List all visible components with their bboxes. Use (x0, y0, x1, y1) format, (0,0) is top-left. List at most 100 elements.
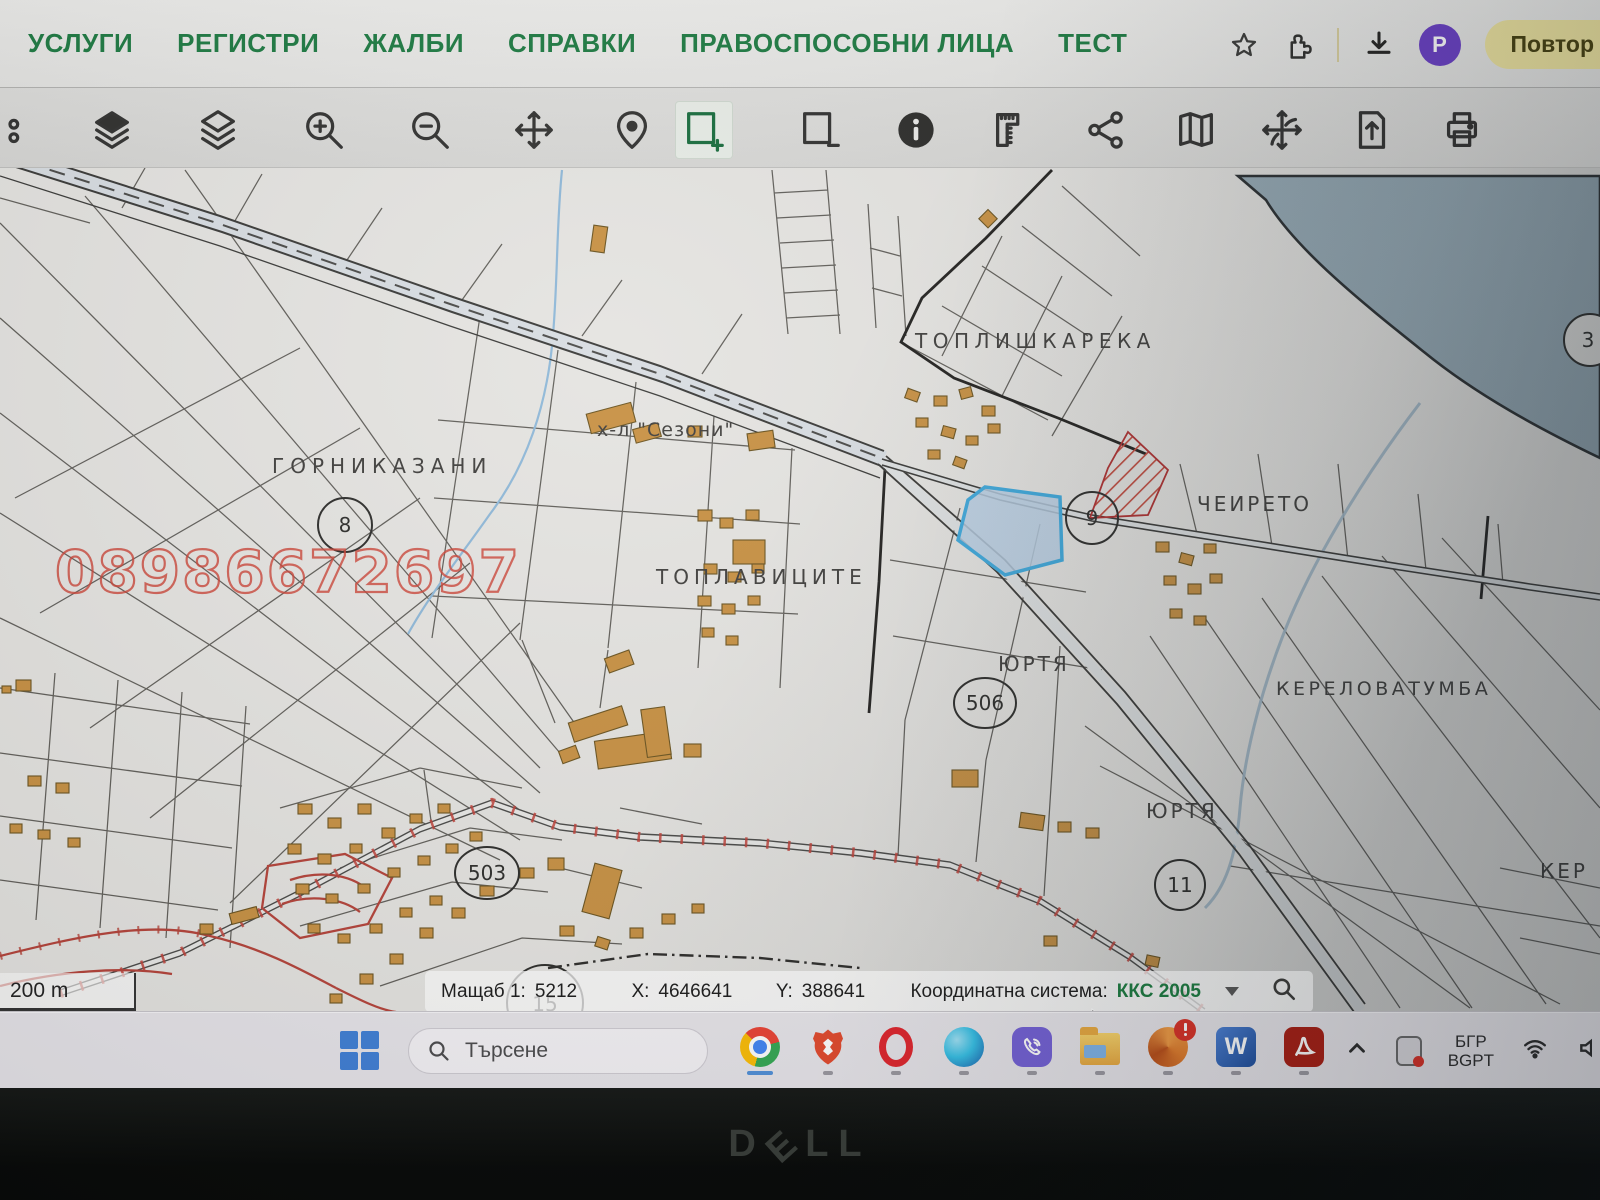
lang-line2: BGPT (1448, 1051, 1494, 1070)
scalebar-text: 200 m (10, 979, 68, 1003)
app-chrome[interactable] (738, 1027, 782, 1075)
info-icon[interactable] (888, 102, 944, 158)
app-viber[interactable] (1010, 1027, 1054, 1075)
svg-text:503: 503 (468, 861, 506, 885)
crs-value[interactable]: ККС 2005 (1117, 981, 1201, 1003)
export-document-icon[interactable] (1344, 102, 1400, 158)
watermark-phone: 08986672697 (55, 538, 521, 606)
y-value: 388641 (802, 981, 865, 1003)
map-toolbar (0, 88, 1600, 168)
label-toplavicite: ТОПЛАВИЦИТЕ (655, 565, 867, 589)
app-explorer[interactable] (1078, 1027, 1122, 1075)
taskbar-search[interactable]: Търсене (408, 1028, 708, 1074)
scale-value: 5212 (535, 981, 577, 1003)
locate-icon[interactable] (604, 102, 660, 158)
wifi-icon[interactable] (1520, 1035, 1550, 1066)
app-edge[interactable] (942, 1027, 986, 1075)
chrome-icon (740, 1027, 780, 1067)
map-scalebar: 200 m (0, 973, 136, 1011)
layers-filled-icon[interactable] (84, 102, 140, 158)
edge-icon (944, 1027, 984, 1067)
tray-app-icon[interactable] (1396, 1036, 1422, 1066)
taskbar-apps: W (738, 1027, 1326, 1075)
nav-spravki[interactable]: СПРАВКИ (508, 28, 636, 59)
print-icon[interactable] (1434, 102, 1490, 158)
taskbar: Търсене W (0, 1012, 1600, 1088)
download-icon[interactable] (1363, 29, 1395, 61)
svg-text:3: 3 (1582, 328, 1595, 352)
x-value: 4646641 (658, 981, 732, 1003)
y-label: Y: (776, 981, 793, 1003)
nav-pravosposobni-litsa[interactable]: ПРАВОСПОСОБНИ ЛИЦА (680, 28, 1014, 59)
crs-label: Координатна система: (910, 981, 1107, 1003)
layers-stack-icon[interactable] (190, 102, 246, 158)
app-acrobat[interactable] (1282, 1027, 1326, 1075)
app-opera[interactable] (874, 1027, 918, 1075)
nav-test[interactable]: ТЕСТ (1058, 28, 1127, 59)
acrobat-icon (1284, 1027, 1324, 1067)
opera-icon (879, 1027, 913, 1067)
nav-registri[interactable]: РЕГИСТРИ (177, 28, 319, 59)
extension-icon[interactable] (1283, 30, 1313, 60)
scale-readout: Мащаб 1: 5212 (441, 981, 577, 1003)
select-rect-add-icon[interactable] (676, 102, 732, 158)
x-readout: X: 4646641 (631, 981, 732, 1003)
svg-text:11: 11 (1167, 873, 1192, 897)
pan-icon[interactable] (506, 102, 562, 158)
explorer-icon (1080, 1033, 1120, 1065)
map-area: 8 9 3 506 503 11 15 ГОРНИКАЗАНИ ТОПЛИШКА… (0, 168, 1600, 1012)
language-indicator[interactable]: БГР BGPT (1448, 1032, 1494, 1070)
viber-icon (1012, 1027, 1052, 1067)
select-rect-remove-icon[interactable] (792, 102, 848, 158)
profile-avatar[interactable]: P (1419, 24, 1461, 66)
map-statusbar: Мащаб 1: 5212 X: 4646641 Y: 388641 Коорд… (425, 971, 1313, 1012)
tray-chevron-up-icon[interactable] (1344, 1035, 1370, 1066)
measure-icon[interactable] (984, 102, 1040, 158)
search-icon (427, 1039, 451, 1063)
dell-letter-l2: L (838, 1123, 871, 1166)
site-nav: УСЛУГИ РЕГИСТРИ ЖАЛБИ СПРАВКИ ПРАВОСПОСО… (28, 28, 1127, 59)
repeat-button[interactable]: Повтор (1485, 20, 1600, 69)
zoom-out-icon[interactable] (402, 102, 458, 158)
word-icon: W (1216, 1027, 1256, 1067)
share-nodes-icon[interactable] (1078, 102, 1134, 158)
nav-zhalbi[interactable]: ЖАЛБИ (363, 28, 464, 59)
dell-letter-l1: L (805, 1123, 838, 1166)
y-readout: Y: 388641 (776, 981, 865, 1003)
zoom-in-icon[interactable] (296, 102, 352, 158)
label-toplishkareka: ТОПЛИШКАРЕКА (914, 329, 1156, 353)
browser-controls: P Повтор (1229, 18, 1600, 69)
status-search-icon[interactable] (1271, 976, 1297, 1008)
scale-label: Мащаб 1: (441, 981, 526, 1003)
search-placeholder: Търсене (465, 1039, 548, 1063)
crs-selector[interactable]: Координатна система: ККС 2005 (910, 981, 1201, 1003)
system-tray: БГР BGPT (1344, 1032, 1600, 1070)
map-folded-icon[interactable] (1168, 102, 1224, 158)
label-kerelovatumba: КЕРЕЛОВАТУМБА (1276, 678, 1491, 700)
app-word[interactable]: W (1214, 1027, 1258, 1075)
label-yurtya-2: ЮРТЯ (1146, 799, 1218, 823)
start-button[interactable] (340, 1031, 380, 1071)
header: УСЛУГИ РЕГИСТРИ ЖАЛБИ СПРАВКИ ПРАВОСПОСО… (0, 0, 1600, 88)
app-brave[interactable] (806, 1027, 850, 1075)
laptop-bezel: DELL (0, 1088, 1600, 1200)
crs-dropdown-caret[interactable] (1225, 987, 1239, 996)
app-alerts[interactable] (1146, 1027, 1190, 1075)
axes-crosshair-icon[interactable] (1254, 102, 1310, 158)
lang-line1: БГР (1448, 1032, 1494, 1051)
label-gornikazani: ГОРНИКАЗАНИ (272, 454, 492, 478)
toolbar-divider (1337, 28, 1339, 62)
svg-text:8: 8 (339, 513, 352, 537)
overflow-dots-icon[interactable] (0, 102, 38, 158)
label-cheireto: ЧЕИРЕТО (1197, 492, 1312, 516)
volume-icon[interactable] (1576, 1035, 1592, 1066)
label-ker-partial: КЕР (1540, 859, 1588, 883)
svg-text:9: 9 (1086, 506, 1099, 530)
svg-text:506: 506 (966, 691, 1004, 715)
dell-logo: DELL (728, 1123, 871, 1166)
brave-icon (808, 1027, 848, 1067)
cadastral-map[interactable]: 8 9 3 506 503 11 15 ГОРНИКАЗАНИ ТОПЛИШКА… (0, 168, 1600, 1012)
bookmark-star-icon[interactable] (1229, 30, 1259, 60)
nav-uslugi[interactable]: УСЛУГИ (28, 28, 133, 59)
alerts-icon (1148, 1027, 1188, 1067)
